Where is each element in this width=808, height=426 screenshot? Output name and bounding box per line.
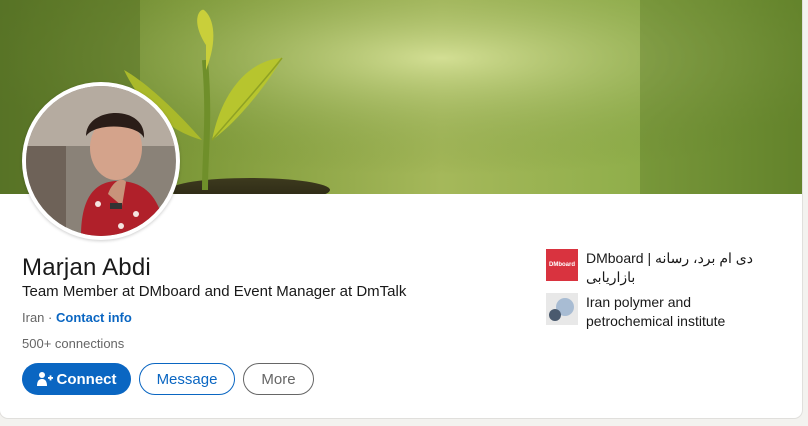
profile-name: Marjan Abdi [22, 254, 151, 281]
contact-info-link[interactable]: Contact info [56, 310, 132, 325]
avatar[interactable] [22, 82, 180, 240]
company-name-line1: DMboard | دی ام برد، رسانه [586, 250, 753, 266]
profile-card: Marjan Abdi Team Member at DMboard and E… [0, 0, 802, 418]
location-row: Iran · Contact info [22, 310, 132, 325]
profile-headline: Team Member at DMboard and Event Manager… [22, 283, 407, 300]
connections-count: 500+ connections [22, 336, 125, 351]
education[interactable]: Iran polymer and petrochemical institute [546, 293, 761, 331]
connect-label: Connect [56, 370, 117, 388]
message-button[interactable]: Message [139, 363, 235, 395]
dmboard-logo-text: DMboard [549, 262, 575, 268]
institute-name: Iran polymer and petrochemical institute [586, 294, 726, 329]
add-person-icon [36, 372, 53, 386]
company-name: DMboard | دی ام برد، رسانه بازاریابی [586, 249, 761, 287]
separator: · [48, 310, 53, 325]
institute-logo [546, 293, 578, 325]
dmboard-logo: DMboard [546, 249, 578, 281]
connect-button[interactable]: Connect [22, 363, 131, 395]
location: Iran [22, 310, 45, 325]
company-name-line2: بازاریابی [586, 269, 636, 285]
current-company[interactable]: DMboard DMboard | دی ام برد، رسانه بازار… [546, 249, 761, 287]
more-button[interactable]: More [243, 363, 314, 395]
profile-photo [26, 86, 176, 236]
